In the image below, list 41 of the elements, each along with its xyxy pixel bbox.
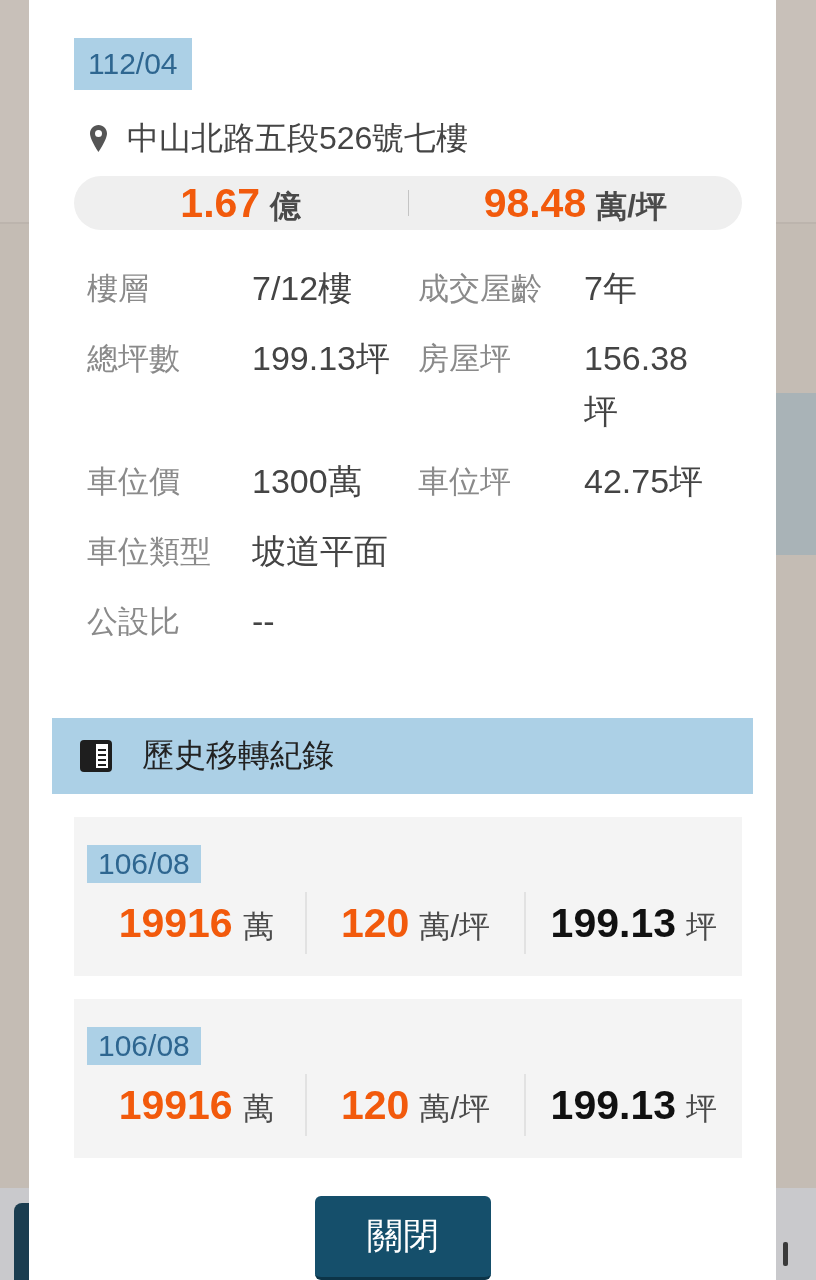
- detail-value: 199.13坪: [252, 337, 391, 379]
- detail-label: 車位坪: [418, 462, 512, 501]
- address-text: 中山北路五段526號七樓: [127, 119, 469, 158]
- close-button[interactable]: 關閉: [314, 1196, 491, 1280]
- total-price-value: 19916: [118, 1084, 233, 1125]
- location-pin-icon: [90, 124, 107, 152]
- total-price-value: 1.67: [180, 182, 261, 223]
- date-tag: 106/08: [87, 845, 201, 883]
- book-icon: [80, 740, 112, 772]
- detail-value: 坡道平面: [252, 530, 389, 572]
- unit-price-value: 98.48: [483, 182, 587, 223]
- detail-value: --: [252, 600, 276, 642]
- unit-price-unit: 萬/坪: [596, 189, 667, 224]
- total-price-unit: 萬: [242, 1091, 274, 1126]
- area-unit: 坪: [686, 909, 717, 944]
- detail-value: 7年: [584, 267, 638, 309]
- detail-value: 42.75坪: [584, 460, 705, 502]
- section-title: 歷史移轉紀錄: [142, 736, 334, 775]
- unit-price-unit: 萬/坪: [419, 909, 490, 944]
- detail-value: 1300萬: [252, 460, 363, 502]
- detail-label: 車位價: [87, 462, 181, 501]
- area-value: 199.13: [550, 902, 676, 943]
- total-price-unit: 億: [270, 189, 302, 224]
- date-tag: 112/04: [74, 38, 192, 90]
- detail-label: 車位類型: [87, 532, 212, 571]
- total-price-value: 19916: [118, 902, 233, 943]
- detail-label: 房屋坪: [418, 339, 512, 378]
- detail-label: 公設比: [87, 602, 181, 641]
- detail-value: 7/12樓: [252, 267, 354, 309]
- area-value: 199.13: [550, 1084, 676, 1125]
- total-price-unit: 萬: [242, 909, 274, 944]
- area-unit: 坪: [686, 1091, 717, 1126]
- detail-label: 樓層: [87, 269, 150, 308]
- unit-price-value: 120: [340, 1084, 410, 1125]
- date-tag: 106/08: [87, 1027, 201, 1065]
- detail-label: 總坪數: [87, 339, 181, 378]
- unit-price-value: 120: [340, 902, 410, 943]
- detail-label: 成交屋齡: [418, 269, 543, 308]
- bar-icon: [783, 1242, 788, 1266]
- unit-price-unit: 萬/坪: [419, 1091, 490, 1126]
- detail-value: 156.38坪: [584, 337, 689, 432]
